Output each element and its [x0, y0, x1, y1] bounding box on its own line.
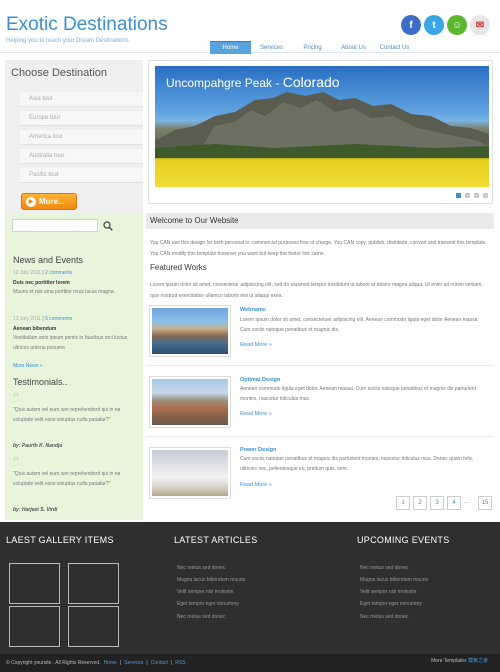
copyright-text: © Copyright yoursite . All Rights Reserv…: [6, 660, 101, 666]
slide-dot[interactable]: [465, 193, 470, 198]
site-title[interactable]: Exotic Destinations: [6, 14, 168, 36]
work-title[interactable]: Optimal Design: [240, 377, 280, 383]
more-button-label: More...: [39, 197, 65, 206]
work-thumbnail[interactable]: [149, 447, 231, 499]
page-15-button[interactable]: 15: [478, 496, 492, 510]
work-thumbnail[interactable]: [149, 376, 231, 428]
testimonial-quote: "Quis autem vel eum iure reprehenderit q…: [13, 471, 121, 487]
slide-dot[interactable]: [474, 193, 479, 198]
news-item: 12 July 2011 | 2 comments Duis nec portt…: [13, 270, 115, 295]
event-link[interactable]: Nec metus sed donec: [360, 565, 408, 571]
work-desc: Lorem ipsum dolor sit amet, consectetuer…: [240, 317, 479, 333]
sidebar-green-panel: News and Events 12 July 2011 | 2 comment…: [5, 213, 143, 520]
news-date: 13 July 2011: [13, 316, 41, 322]
article-link[interactable]: Velit semper nisi molestie: [177, 589, 233, 595]
page-2-button[interactable]: 2: [413, 496, 427, 510]
nav-services[interactable]: Services: [251, 41, 292, 54]
nav-home[interactable]: Home: [210, 41, 251, 54]
testimonial-author: by: Harjeet S. Virdi: [13, 507, 58, 513]
arrow-right-icon: ▶: [26, 196, 36, 207]
more-templates-link[interactable]: 模板之家: [468, 658, 488, 664]
more-destinations-button[interactable]: ▶ More...: [21, 193, 77, 210]
work-title[interactable]: Power Design: [240, 447, 276, 453]
page-3-button[interactable]: 3: [430, 496, 444, 510]
read-more-link[interactable]: Read More »: [240, 342, 272, 348]
welcome-heading: Welcome to Our Website: [146, 213, 494, 229]
main-nav: Home Services Pricing About Us Contact U…: [210, 41, 415, 54]
mountain-illustration: [155, 92, 489, 158]
nav-contact[interactable]: Contact Us: [374, 41, 415, 54]
slide-dot[interactable]: [483, 193, 488, 198]
work-title[interactable]: Webname: [240, 307, 266, 313]
facebook-icon[interactable]: f: [401, 15, 421, 35]
tour-item-europe[interactable]: Europe tour: [20, 111, 143, 126]
featured-text: Lorem ipsum dolor sit amet, consectetur …: [150, 282, 483, 299]
nav-pricing[interactable]: Pricing: [292, 41, 333, 54]
slide-caption: Uncompahgre Peak - Colorado: [166, 74, 340, 90]
testimonials-heading: Testimonials..: [13, 377, 68, 387]
testimonial-author: by: Paurth K. Nandja: [13, 443, 63, 449]
twitter-icon[interactable]: t: [424, 15, 444, 35]
email-icon[interactable]: ✉: [470, 15, 490, 35]
article-link[interactable]: Eget tempor eget nonummy: [177, 601, 239, 607]
news-body: Mauris et nisi uma porttitor risus lacus…: [13, 289, 115, 295]
article-link[interactable]: Nec metus sed donec: [177, 614, 225, 620]
welcome-text: You CAN use this design for both persona…: [150, 240, 487, 257]
tour-item-america[interactable]: America tour: [20, 130, 143, 145]
news-body: Vestibulum ante ipsum primis in faucibus…: [13, 335, 128, 351]
article-link[interactable]: Nec metus sed donec: [177, 565, 225, 571]
more-templates: More Templates 模板之家: [431, 657, 488, 664]
more-news-link[interactable]: More News »: [13, 362, 141, 372]
news-title[interactable]: Aenean bibendum: [13, 326, 56, 332]
footer-link-services[interactable]: Services: [124, 660, 143, 666]
news-title[interactable]: Duis nec porttitor lorem: [13, 280, 70, 286]
search-input[interactable]: [12, 219, 98, 232]
footer-link-home[interactable]: Home: [104, 660, 117, 666]
events-heading: UPCOMING EVENTS: [357, 535, 450, 545]
testimonial-quote: "Quis autem vel eum iure reprehenderit q…: [13, 407, 121, 423]
event-link[interactable]: Eget tempor eget nonummy: [360, 601, 422, 607]
footer-link-contact[interactable]: Contact: [151, 660, 168, 666]
page-1-button[interactable]: 1: [396, 496, 410, 510]
event-link[interactable]: Magna lacus bibendum mauris: [360, 577, 428, 583]
article-link[interactable]: Magna lacus bibendum mauris: [177, 577, 245, 583]
tour-item-pacific[interactable]: Pacific tour: [20, 168, 143, 183]
work-desc: Aenean commodo ligula eget dolor. Aenean…: [240, 386, 476, 402]
divider: [146, 436, 494, 437]
tour-item-asia[interactable]: Asia tour: [20, 92, 143, 107]
articles-heading: LATEST ARTICLES: [174, 535, 258, 545]
chat-icon[interactable]: ☺: [447, 15, 467, 35]
event-link[interactable]: Nec metus sed donec: [360, 614, 408, 620]
event-link[interactable]: Velit semper nisi molestie: [360, 589, 416, 595]
news-date: 12 July 2011: [13, 270, 41, 276]
gallery-thumbnail[interactable]: [9, 606, 60, 647]
news-item: 13 July 2011 | 5 comments Aenean bibendu…: [13, 316, 128, 351]
gallery-thumbnail[interactable]: [68, 606, 119, 647]
work-thumbnail[interactable]: [149, 305, 231, 357]
work-desc: Cum sociis natoque penatibus et magnis d…: [240, 456, 474, 472]
read-more-link[interactable]: Read More »: [240, 411, 272, 417]
footer-link-rss[interactable]: RSS: [175, 660, 185, 666]
destination-heading: Choose Destination: [11, 67, 108, 79]
slide-dot-active[interactable]: [456, 193, 461, 198]
featured-heading: Featured Works: [150, 263, 207, 272]
page-4-button[interactable]: 4: [447, 496, 461, 510]
news-heading: News and Events: [13, 255, 84, 265]
nav-about[interactable]: About Us: [333, 41, 374, 54]
tour-item-australia[interactable]: Australia tour: [20, 149, 143, 164]
gallery-thumbnail[interactable]: [9, 563, 60, 604]
news-comments-link[interactable]: 5 comments: [45, 316, 72, 322]
news-comments-link[interactable]: 2 comments: [45, 270, 72, 276]
pagination-ellipsis: ...: [464, 499, 470, 505]
gallery-heading: LAEST GALLERY ITEMS: [6, 535, 114, 545]
site-tagline: Helping you to reach your Dream Destinat…: [6, 38, 129, 44]
gallery-thumbnail[interactable]: [68, 563, 119, 604]
read-more-link[interactable]: Read More »: [240, 482, 272, 488]
more-templates-label: More Templates: [431, 658, 467, 664]
search-icon[interactable]: [100, 218, 115, 233]
copyright-bar: © Copyright yoursite . All Rights Reserv…: [0, 654, 500, 672]
divider: [146, 365, 494, 366]
